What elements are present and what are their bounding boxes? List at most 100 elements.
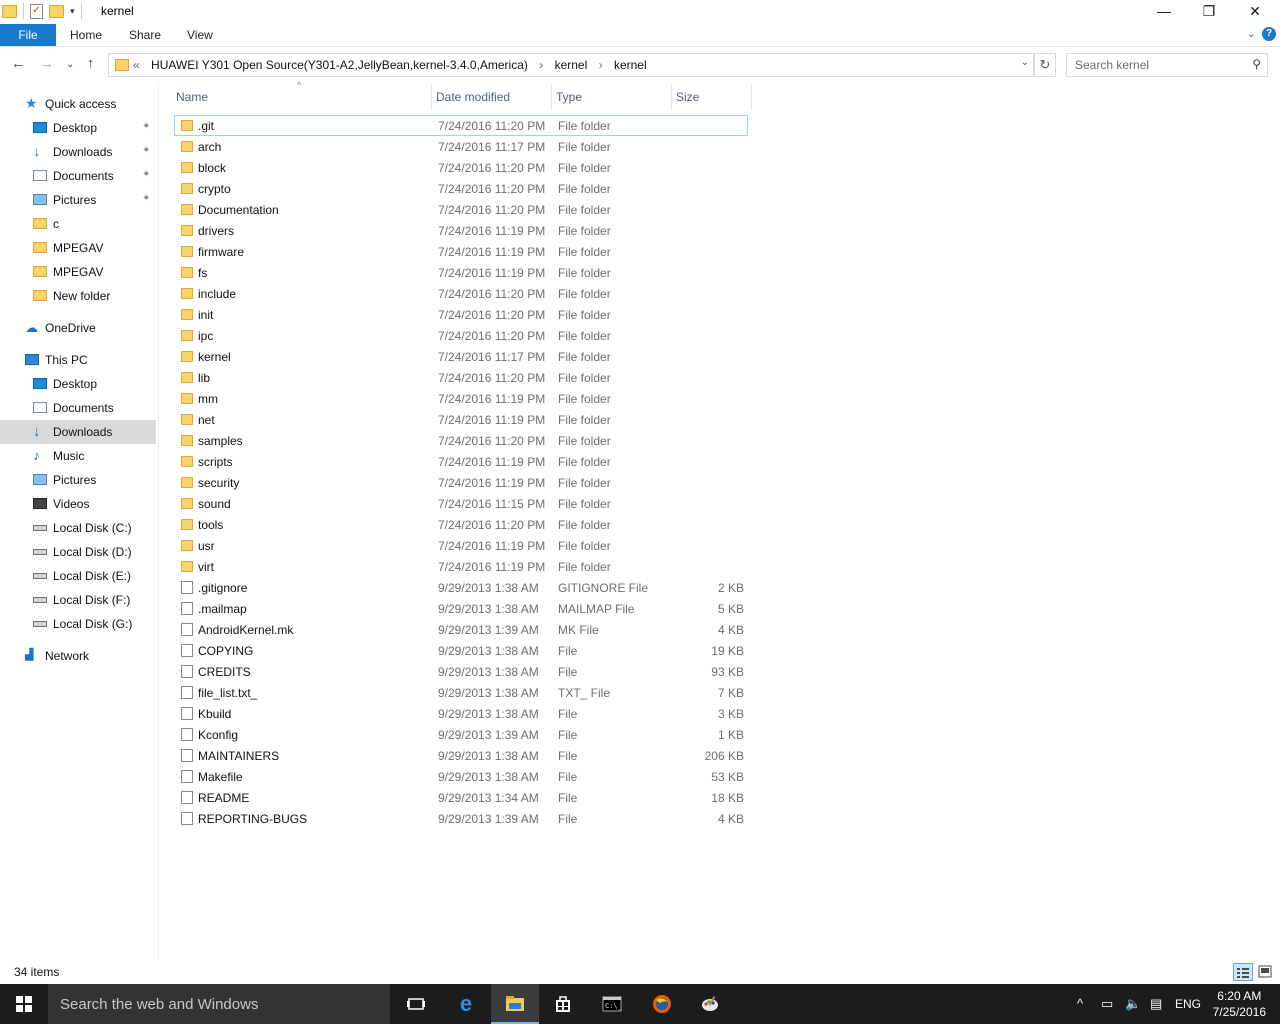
back-button[interactable]: ← [11,55,26,73]
task-view-button[interactable] [392,984,440,1024]
file-row[interactable]: Documentation 7/24/2016 11:20 PM File fold… [174,199,748,220]
file-row[interactable]: lib 7/24/2016 11:20 PM File folder [174,367,748,388]
nav-item-downloads[interactable]: ↓ Downloads ✦ [0,140,156,164]
address-dropdown-icon[interactable]: ⌄ [1021,57,1029,68]
file-row[interactable]: ipc 7/24/2016 11:20 PM File folder [174,325,748,346]
nav-item-local-disk-d[interactable]: Local Disk (D:) [0,540,156,564]
nav-item-music[interactable]: ♪ Music [0,444,156,468]
file-row[interactable]: security 7/24/2016 11:19 PM File folder [174,472,748,493]
file-row[interactable]: AndroidKernel.mk 9/29/2013 1:39 AM MK File… [174,619,748,640]
search-box[interactable]: Search kernel ⚲ [1066,53,1268,77]
nav-item-local-disk-g[interactable]: Local Disk (G:) [0,612,156,636]
file-row[interactable]: arch 7/24/2016 11:17 PM File folder [174,136,748,157]
file-row[interactable]: Makefile 9/29/2013 1:38 AM File 53 KB [174,766,748,787]
volume-muted-icon[interactable]: 🔈 [1125,984,1141,1024]
action-center-icon[interactable]: ▤ [1150,984,1162,1024]
file-row[interactable]: net 7/24/2016 11:19 PM File folder [174,409,748,430]
refresh-button[interactable]: ↻ [1034,53,1056,77]
nav-item-new-folder[interactable]: New folder [0,284,156,308]
breadcrumb-overflow[interactable]: « [133,58,140,72]
file-row[interactable]: mm 7/24/2016 11:19 PM File folder [174,388,748,409]
file-row[interactable]: REPORTING-BUGS 9/29/2013 1:39 AM File 4 KB [174,808,748,829]
nav-item-downloads[interactable]: ↓ Downloads [0,420,156,444]
nav-item-c[interactable]: c [0,212,156,236]
network-status-icon[interactable]: ▭ [1101,984,1113,1024]
properties-icon[interactable]: ✓ [30,3,43,19]
file-row[interactable]: MAINTAINERS 9/29/2013 1:38 AM File 206 KB [174,745,748,766]
recent-locations-button[interactable]: ⌄ [66,56,74,74]
search-input[interactable]: Search kernel [1075,58,1149,72]
store-button[interactable] [539,984,587,1024]
help-icon[interactable]: ? [1262,27,1276,41]
nav-item-network[interactable]: ▟ Network [0,644,156,668]
file-row[interactable]: scripts 7/24/2016 11:19 PM File folder [174,451,748,472]
nav-item-desktop[interactable]: Desktop ✦ [0,116,156,140]
file-row[interactable]: firmware 7/24/2016 11:19 PM File folder [174,241,748,262]
file-row[interactable]: init 7/24/2016 11:20 PM File folder [174,304,748,325]
firefox-button[interactable] [638,984,686,1024]
column-header-name[interactable]: Name [172,84,432,110]
taskbar-search-input[interactable]: Search the web and Windows [60,996,258,1013]
file-row[interactable]: .mailmap 9/29/2013 1:38 AM MAILMAP File 5 K… [174,598,748,619]
customize-toolbar-icon[interactable]: ▾ [70,6,75,17]
file-row[interactable]: drivers 7/24/2016 11:19 PM File folder [174,220,748,241]
file-row[interactable]: block 7/24/2016 11:20 PM File folder [174,157,748,178]
breadcrumb-item[interactable]: HUAWEI Y301 Open Source(Y301-A2,JellyBea… [151,58,528,72]
nav-item-documents[interactable]: Documents [0,396,156,420]
system-clock[interactable]: 6:20 AM 7/25/2016 [1213,988,1266,1020]
file-row[interactable]: tools 7/24/2016 11:20 PM File folder [174,514,748,535]
nav-item-local-disk-c[interactable]: Local Disk (C:) [0,516,156,540]
paint-button[interactable] [686,984,734,1024]
breadcrumb-item[interactable]: kernel [555,58,588,72]
edge-button[interactable]: e [442,984,490,1024]
file-row[interactable]: COPYING 9/29/2013 1:38 AM File 19 KB [174,640,748,661]
column-header-size[interactable]: Size [672,84,752,110]
input-language[interactable]: ENG [1175,984,1201,1024]
file-row[interactable]: CREDITS 9/29/2013 1:38 AM File 93 KB [174,661,748,682]
nav-item-onedrive[interactable]: ☁ OneDrive [0,316,156,340]
large-icons-view-button[interactable] [1256,963,1276,981]
start-button[interactable] [0,984,48,1024]
file-row[interactable]: crypto 7/24/2016 11:20 PM File folder [174,178,748,199]
column-header-date[interactable]: Date modified [432,84,552,110]
file-row[interactable]: virt 7/24/2016 11:19 PM File folder [174,556,748,577]
file-row[interactable]: include 7/24/2016 11:20 PM File folder [174,283,748,304]
file-row[interactable]: Kconfig 9/29/2013 1:39 AM File 1 KB [174,724,748,745]
file-row[interactable]: kernel 7/24/2016 11:17 PM File folder [174,346,748,367]
nav-item-local-disk-f[interactable]: Local Disk (F:) [0,588,156,612]
nav-item-pictures[interactable]: Pictures [0,468,156,492]
details-view-button[interactable] [1233,963,1253,981]
file-row[interactable]: .git 7/24/2016 11:20 PM File folder [174,115,748,136]
up-button[interactable]: ↑ [87,55,95,73]
file-row[interactable]: fs 7/24/2016 11:19 PM File folder [174,262,748,283]
nav-item-desktop[interactable]: Desktop [0,372,156,396]
column-header-type[interactable]: Type [552,84,672,110]
forward-button[interactable]: → [39,55,54,73]
tab-share[interactable]: Share [129,24,161,46]
new-folder-icon[interactable] [49,4,64,18]
file-row[interactable]: README 9/29/2013 1:34 AM File 18 KB [174,787,748,808]
nav-item-videos[interactable]: Videos [0,492,156,516]
breadcrumb-separator[interactable]: › [599,58,603,72]
file-explorer-button[interactable] [491,984,539,1024]
restore-button[interactable]: ❐ [1186,0,1232,24]
nav-item-local-disk-e[interactable]: Local Disk (E:) [0,564,156,588]
nav-item-quick-access[interactable]: ★ Quick access [0,92,156,116]
nav-item-mpegav[interactable]: MPEGAV [0,236,156,260]
file-row[interactable]: samples 7/24/2016 11:20 PM File folder [174,430,748,451]
tab-view[interactable]: View [187,24,213,46]
close-button[interactable]: ✕ [1232,0,1278,24]
expand-ribbon-icon[interactable]: ⌄ [1247,27,1256,40]
minimize-button[interactable]: — [1141,0,1187,24]
taskbar-search-box[interactable]: Search the web and Windows [48,984,390,1024]
file-row[interactable]: file_list.txt_ 9/29/2013 1:38 AM TXT_ File… [174,682,748,703]
show-hidden-icons-icon[interactable]: ^ [1077,984,1083,1024]
file-row[interactable]: usr 7/24/2016 11:19 PM File folder [174,535,748,556]
nav-item-pictures[interactable]: Pictures ✦ [0,188,156,212]
file-row[interactable]: sound 7/24/2016 11:15 PM File folder [174,493,748,514]
tab-file[interactable]: File [0,24,56,46]
command-prompt-button[interactable]: C:\_ [588,984,636,1024]
address-bar[interactable]: « HUAWEI Y301 Open Source(Y301-A2,JellyB… [108,53,1034,77]
tab-home[interactable]: Home [70,24,102,46]
nav-item-documents[interactable]: Documents ✦ [0,164,156,188]
